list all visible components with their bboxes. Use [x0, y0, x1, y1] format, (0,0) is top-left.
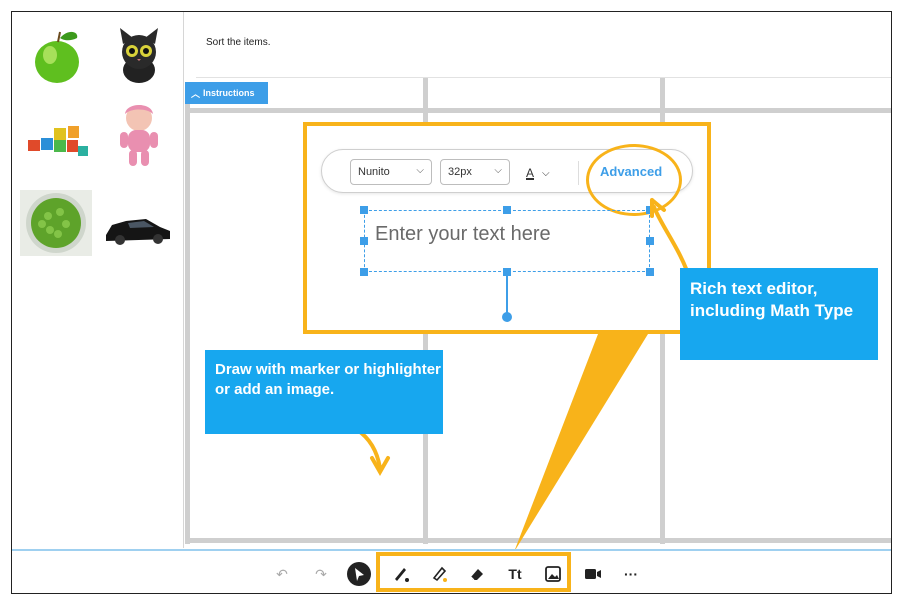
- app-frame: Sort the items. ︿ Instructions Nunito ⌵ …: [11, 11, 892, 594]
- marker-icon[interactable]: [388, 561, 414, 587]
- note-rich-text-editor: Rich text editor, including Math Type: [680, 268, 878, 360]
- note-draw: Draw with marker or highlighter or add a…: [205, 350, 443, 434]
- undo-icon[interactable]: ↶: [269, 561, 295, 587]
- video-icon[interactable]: [580, 561, 606, 587]
- eraser-icon[interactable]: [464, 561, 490, 587]
- callout-pointer: [514, 334, 648, 552]
- more-icon[interactable]: ···: [618, 561, 644, 587]
- image-icon[interactable]: [540, 561, 566, 587]
- text-tool-icon[interactable]: Tt: [502, 561, 528, 587]
- highlighter-icon[interactable]: [426, 561, 452, 587]
- bottom-toolbar: ↶ ↷ Tt ···: [12, 549, 891, 593]
- redo-icon[interactable]: ↷: [308, 561, 334, 587]
- select-tool-icon[interactable]: [346, 561, 372, 587]
